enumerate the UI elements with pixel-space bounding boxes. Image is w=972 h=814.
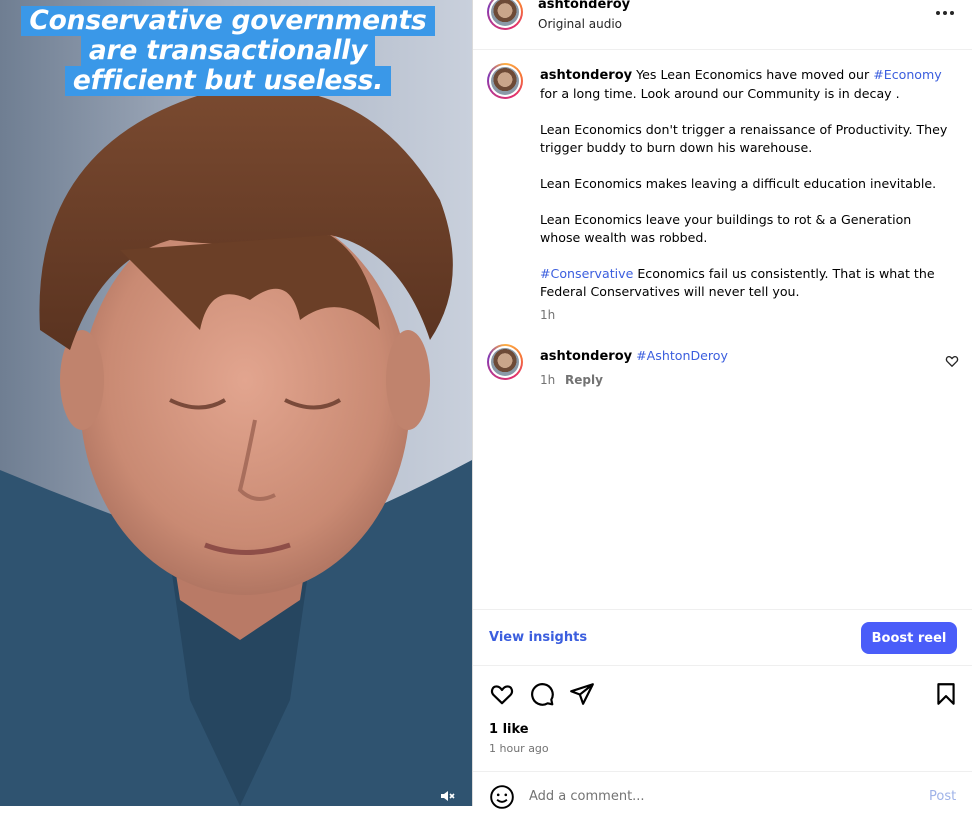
caption-avatar[interactable] xyxy=(487,63,523,99)
emoji-button[interactable] xyxy=(489,784,515,810)
divider xyxy=(473,665,972,666)
comment-icon xyxy=(531,683,554,706)
mute-button[interactable] xyxy=(434,786,460,806)
share-button[interactable] xyxy=(569,681,595,707)
comment-button[interactable] xyxy=(529,681,555,707)
like-button[interactable] xyxy=(489,681,515,707)
heart-icon xyxy=(490,685,514,705)
emoji-icon xyxy=(490,785,514,809)
save-button[interactable] xyxy=(933,681,959,707)
hashtag-link[interactable]: #Conservative xyxy=(540,266,633,281)
boost-reel-button[interactable]: Boost reel xyxy=(861,622,957,654)
heart-icon xyxy=(945,355,959,367)
divider xyxy=(473,771,972,772)
reply-button[interactable]: Reply xyxy=(565,373,603,387)
caption-line: are transactionally xyxy=(80,36,376,66)
view-insights-link[interactable]: View insights xyxy=(489,630,587,645)
bookmark-icon xyxy=(937,683,955,705)
reel-video[interactable]: Conservative governments are transaction… xyxy=(0,0,472,806)
comment-like-button[interactable] xyxy=(945,353,959,367)
hashtag-link[interactable]: #Economy xyxy=(873,67,942,82)
post-time[interactable]: 1 hour ago xyxy=(489,742,549,755)
post-details-panel: ashtonderoy Original audio ashtonderoy Y… xyxy=(472,0,972,809)
caption-line: Conservative governments xyxy=(21,6,435,36)
divider xyxy=(473,49,972,50)
avatar-photo xyxy=(491,348,519,376)
comment-avatar[interactable] xyxy=(487,344,523,380)
header-username[interactable]: ashtonderoy xyxy=(538,0,630,12)
divider xyxy=(473,609,972,610)
video-caption: Conservative governments are transaction… xyxy=(12,6,444,96)
original-audio-link[interactable]: Original audio xyxy=(538,17,622,31)
comment-timestamp[interactable]: 1h xyxy=(540,373,555,387)
header-avatar[interactable] xyxy=(487,0,523,30)
post-button[interactable]: Post xyxy=(929,789,956,804)
caption-username[interactable]: ashtonderoy xyxy=(540,68,632,83)
avatar-photo xyxy=(491,67,519,95)
post-caption: ashtonderoy Yes Lean Economics have move… xyxy=(540,66,950,319)
like-count[interactable]: 1 like xyxy=(489,722,529,737)
speaker-muted-icon xyxy=(441,791,455,801)
video-frame-image xyxy=(0,0,472,806)
caption-paragraph: Lean Economics don't trigger a renaissan… xyxy=(540,122,948,155)
paper-plane-icon xyxy=(570,683,594,705)
caption-line: efficient but useless. xyxy=(64,66,392,96)
more-options-button[interactable] xyxy=(933,4,957,22)
comment-body: ashtonderoy #AshtonDeroy xyxy=(540,347,950,366)
hashtag-link[interactable]: #AshtonDeroy xyxy=(636,348,728,363)
comment-input[interactable] xyxy=(529,786,909,806)
caption-paragraph: Lean Economics makes leaving a difficult… xyxy=(540,176,937,191)
more-options-icon xyxy=(936,11,954,15)
caption-paragraph: Lean Economics leave your buildings to r… xyxy=(540,212,912,245)
caption-timestamp[interactable]: 1h xyxy=(540,308,555,322)
comment-username[interactable]: ashtonderoy xyxy=(540,349,632,364)
avatar-photo xyxy=(491,0,519,26)
caption-text: for a long time. Look around our Communi… xyxy=(540,86,900,101)
caption-text: Yes Lean Economics have moved our xyxy=(636,67,874,82)
